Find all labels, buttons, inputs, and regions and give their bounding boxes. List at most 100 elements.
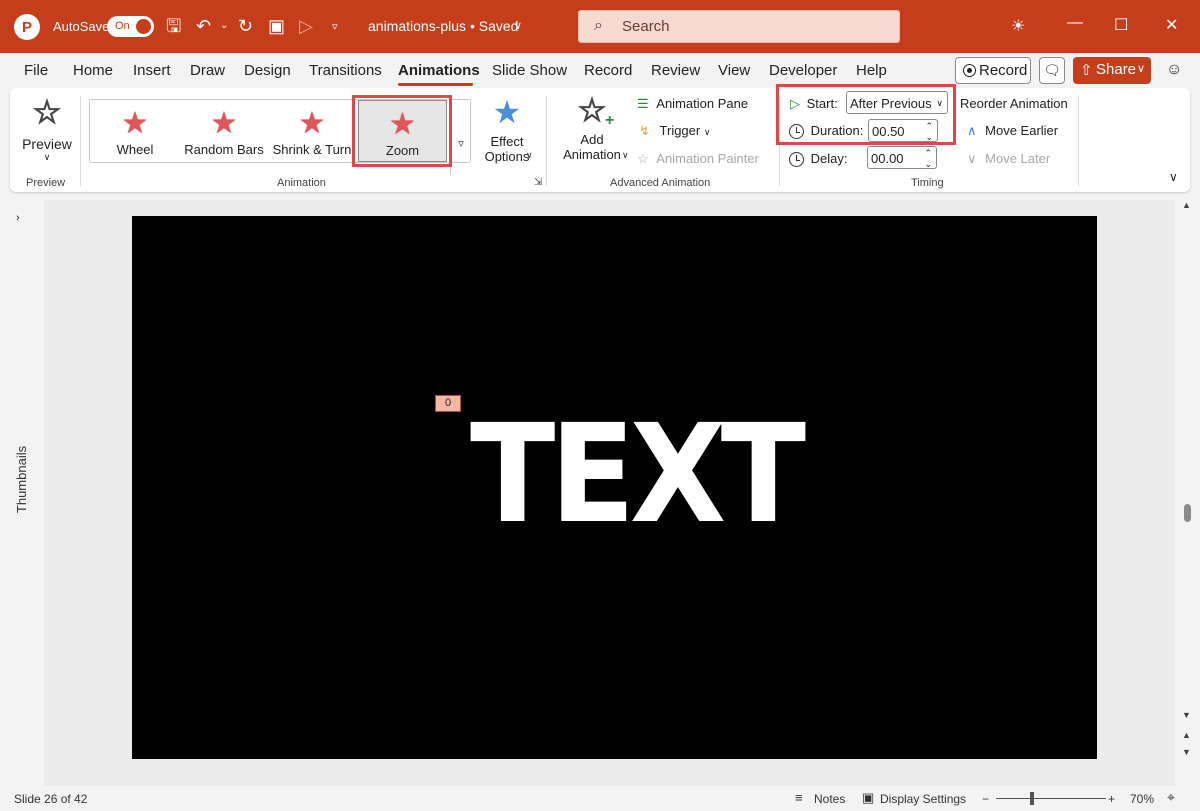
gallery-more-button[interactable]: ▿	[450, 111, 471, 175]
separator	[546, 96, 547, 186]
chevron-down-icon: ∨	[1137, 63, 1146, 75]
add-animation-button[interactable]: ☆ Add Animation	[553, 93, 631, 170]
chevron-down-icon: ∨	[967, 151, 977, 166]
vertical-scrollbar[interactable]: ▲ ▼ ▲ ▼	[1175, 200, 1200, 786]
undo-icon[interactable]: ↶	[196, 16, 211, 36]
effect-options-line1: Effect	[490, 134, 524, 149]
collapse-ribbon-icon[interactable]: ∨	[1169, 170, 1178, 184]
gallery-item-random-bars[interactable]: ★ Random Bars	[180, 100, 268, 162]
gallery-item-label: Shrink & Turn	[272, 142, 352, 157]
preview-label: Preview	[22, 136, 72, 152]
gallery-item-shrink-turn[interactable]: ★ Shrink & Turn	[268, 100, 356, 162]
group-label-animation: Animation	[277, 177, 326, 189]
fit-slide-icon[interactable]: ⌖	[1167, 789, 1175, 806]
slide-text-box[interactable]: TEXT	[470, 405, 806, 545]
group-label-timing: Timing	[911, 177, 944, 189]
share-icon: ⇧	[1080, 62, 1093, 79]
thumbnails-rail[interactable]: › Thumbnails	[0, 200, 44, 786]
chevron-down-icon[interactable]: ∨	[514, 19, 522, 32]
chevron-down-icon: ∨	[526, 150, 533, 160]
zoom-out-button[interactable]: −	[982, 792, 989, 806]
save-icon[interactable]: 🖫	[166, 16, 181, 36]
undo-dropdown-icon[interactable]: ⌄	[220, 20, 228, 31]
search-box[interactable]: ⌕ Search	[578, 10, 900, 43]
scroll-up-icon[interactable]: ▲	[1182, 200, 1191, 210]
zoom-slider[interactable]	[996, 798, 1106, 799]
tab-transitions[interactable]: Transitions	[309, 62, 382, 79]
slide-counter: Slide 26 of 42	[14, 792, 88, 806]
redo-icon[interactable]: ↻	[238, 16, 253, 36]
tab-developer[interactable]: Developer	[769, 62, 837, 79]
tab-home[interactable]: Home	[73, 62, 113, 79]
notes-icon[interactable]: ≡	[795, 790, 803, 805]
delay-row: Delay:	[789, 151, 847, 168]
zoom-in-button[interactable]: +	[1108, 792, 1115, 806]
animation-pane-button[interactable]: ☰ Animation Pane	[637, 96, 748, 112]
gallery-item-label: Wheel	[116, 142, 154, 157]
maximize-icon[interactable]: ☐	[1114, 15, 1128, 35]
display-settings-button[interactable]: Display Settings	[880, 792, 966, 806]
tab-view[interactable]: View	[718, 62, 750, 79]
autosave-toggle[interactable]: On	[107, 16, 154, 37]
move-later-button[interactable]: ∨ Move Later	[967, 151, 1050, 167]
present-icon[interactable]: ▣	[268, 16, 285, 36]
chevron-up-icon: ∧	[967, 123, 977, 138]
spin-down-icon[interactable]: ⌄	[924, 159, 932, 169]
group-label-preview: Preview	[26, 177, 66, 189]
tab-draw[interactable]: Draw	[190, 62, 225, 79]
preview-star-icon: ☆	[32, 94, 62, 130]
title-bar: P AutoSave On 🖫 ↶ ⌄ ↻ ▣ ▷ ▿ animations-p…	[0, 0, 1200, 53]
share-button[interactable]: ⇧ Share ∨	[1073, 57, 1151, 84]
separator	[1078, 96, 1079, 186]
customize-toolbar-icon[interactable]: ▿	[332, 20, 338, 33]
close-icon[interactable]: ✕	[1165, 15, 1178, 35]
minimize-icon[interactable]: —	[1067, 14, 1083, 32]
toggle-knob	[136, 19, 151, 34]
next-slide-icon[interactable]: ▼	[1182, 747, 1191, 757]
move-earlier-button[interactable]: ∧ Move Earlier	[967, 123, 1058, 139]
tab-slide-show[interactable]: Slide Show	[492, 62, 567, 79]
tab-file[interactable]: File	[24, 62, 48, 79]
gallery-item-wheel[interactable]: ★ Wheel	[90, 100, 180, 162]
document-title[interactable]: animations-plus • Saved	[368, 18, 518, 34]
lightbulb-icon[interactable]: ☀	[1011, 16, 1025, 36]
animation-pane-icon: ☰	[637, 96, 649, 111]
notes-button[interactable]: Notes	[814, 792, 845, 806]
tab-design[interactable]: Design	[244, 62, 291, 79]
tab-insert[interactable]: Insert	[133, 62, 171, 79]
highlight-zoom	[352, 95, 452, 167]
trigger-button[interactable]: ↯ Trigger ∨	[639, 123, 710, 139]
tab-review[interactable]: Review	[651, 62, 700, 79]
spin-up-icon[interactable]: ⌃	[924, 148, 932, 158]
tab-animations[interactable]: Animations	[398, 62, 480, 79]
preview-button[interactable]: ☆ Preview ∨	[18, 94, 76, 170]
search-input[interactable]: Search	[622, 18, 670, 35]
comments-button[interactable]: 🗨	[1039, 57, 1065, 84]
expand-thumbnails-icon[interactable]: ›	[16, 212, 20, 224]
gallery-item-label: Random Bars	[184, 142, 264, 157]
chevron-down-icon: ∨	[622, 150, 629, 160]
delay-field[interactable]: 00.00 ⌃ ⌄	[867, 146, 937, 169]
scroll-thumb[interactable]	[1184, 504, 1191, 522]
scroll-down-icon[interactable]: ▼	[1182, 710, 1191, 720]
ribbon: ☆ Preview ∨ Preview ★ Wheel ★ Random Bar…	[10, 84, 1190, 192]
previous-slide-icon[interactable]: ▲	[1182, 730, 1191, 740]
people-icon[interactable]: ☺	[1166, 61, 1182, 79]
menu-bar: File Home Insert Draw Design Transitions…	[0, 53, 1200, 88]
dialog-launcher-icon[interactable]: ⇲	[534, 177, 542, 188]
wheel-star-icon: ★	[121, 107, 149, 140]
zoom-level[interactable]: 70%	[1130, 792, 1154, 806]
record-icon	[963, 64, 976, 77]
play-from-start-icon[interactable]: ▷	[299, 16, 313, 36]
move-later-label: Move Later	[985, 151, 1051, 166]
display-settings-icon[interactable]: ▣	[862, 790, 874, 806]
search-icon: ⌕	[594, 17, 603, 34]
zoom-slider-thumb[interactable]	[1030, 792, 1034, 805]
tab-help[interactable]: Help	[856, 62, 887, 79]
highlight-timing	[776, 84, 956, 145]
record-button[interactable]: Record	[955, 57, 1031, 84]
animation-painter-button[interactable]: ☆ Animation Painter	[637, 151, 759, 167]
chevron-down-icon: ∨	[703, 127, 711, 137]
tab-record[interactable]: Record	[584, 62, 632, 79]
animation-order-tag[interactable]: 0	[435, 395, 461, 412]
